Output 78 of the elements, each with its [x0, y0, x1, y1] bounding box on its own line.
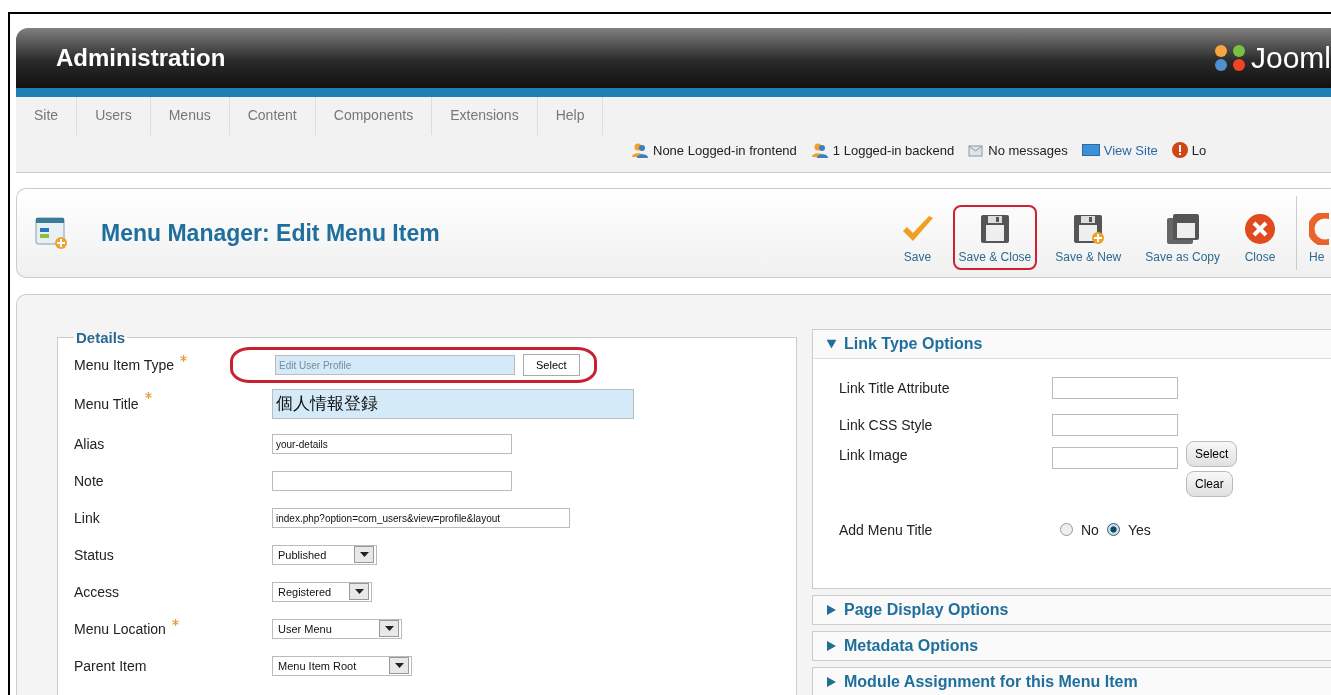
field-label: Menu Location — [74, 620, 166, 637]
status-link[interactable]: Lo — [1191, 142, 1207, 158]
logo-text: Jooml — [1250, 41, 1331, 75]
input-field[interactable] — [272, 470, 512, 491]
menu-manager-icon — [35, 216, 69, 250]
radio-button[interactable] — [1060, 523, 1073, 536]
dropdown[interactable]: Registered — [272, 581, 372, 602]
field-label: Parent Item — [74, 657, 147, 674]
field-label: Add Menu Title — [839, 521, 934, 538]
app-title: Administration — [56, 44, 226, 72]
toolbar-button[interactable]: Close — [1238, 205, 1282, 270]
menu-tab[interactable]: Components — [315, 97, 433, 135]
asterisk-icon — [180, 355, 188, 362]
menu-tab[interactable]: Menus — [150, 97, 230, 135]
input-field[interactable] — [1052, 447, 1178, 469]
toolbar-button[interactable]: Save & Close — [952, 205, 1038, 270]
status-text: None Logged-in frontend — [653, 142, 797, 158]
toolbar-button[interactable]: Save — [894, 207, 941, 270]
panel-header[interactable]: Module Assignment for this Menu Item — [813, 668, 1331, 695]
alert-icon — [1171, 142, 1188, 158]
input-field[interactable]: Edit User Profile — [275, 354, 515, 375]
field-label: Link — [74, 509, 100, 526]
radio-label: Yes — [1127, 521, 1151, 538]
floppy-disks-icon — [1165, 213, 1200, 245]
status-text: 1 Logged-in backend — [832, 142, 955, 158]
triangle-icon — [827, 605, 836, 615]
logo-icon — [1212, 43, 1247, 73]
users-icon — [631, 142, 649, 158]
menu-tab[interactable]: Help — [537, 97, 604, 135]
dropdown[interactable]: Menu Item Root — [272, 655, 412, 676]
panel-header[interactable]: Metadata Options — [813, 632, 1331, 660]
status-link[interactable]: View Site — [1103, 142, 1158, 158]
toolbar-button[interactable]: Save & New — [1049, 205, 1128, 270]
field-label: Link Title Attribute — [839, 379, 951, 396]
image-button[interactable]: Select — [1186, 441, 1238, 467]
panel-header[interactable]: Link Type Options — [813, 330, 1331, 358]
field-label: Menu Title — [74, 396, 139, 412]
menu-tab[interactable]: Users — [77, 97, 151, 135]
radio-button[interactable] — [1106, 523, 1120, 536]
menu-tab[interactable]: Site — [16, 97, 78, 135]
close-icon — [1244, 213, 1276, 245]
fieldset-legend: Details — [74, 329, 128, 346]
caret-icon — [359, 552, 369, 557]
users-icon — [810, 142, 829, 158]
input-field[interactable] — [1052, 413, 1178, 436]
input-field[interactable] — [1052, 376, 1178, 399]
page-title: Menu Manager: Edit Menu Item — [101, 219, 441, 247]
input-field[interactable]: 個人情報登録 — [272, 389, 634, 419]
caret-icon — [354, 589, 364, 594]
radio-label: No — [1081, 521, 1099, 538]
field-label: Access — [74, 583, 120, 600]
triangle-icon — [827, 677, 836, 687]
triangle-icon — [827, 641, 836, 651]
caret-icon — [384, 626, 394, 631]
status-text: No messages — [988, 142, 1068, 158]
asterisk-icon — [144, 392, 152, 399]
field-label: Status — [74, 546, 114, 563]
toolbar-button[interactable]: Save as Copy — [1139, 205, 1226, 270]
menu-tab[interactable]: Extensions — [432, 97, 538, 135]
input-field[interactable]: your-details — [272, 433, 512, 454]
asterisk-icon — [171, 619, 179, 626]
dropdown[interactable]: User Menu — [272, 618, 402, 639]
panel-header[interactable]: Page Display Options — [813, 596, 1331, 624]
field-label: Menu Item Type — [74, 356, 175, 373]
menu-tab[interactable]: Content — [229, 97, 316, 135]
monitor-icon — [1081, 144, 1100, 156]
field-label: Note — [74, 472, 104, 489]
triangle-icon — [826, 339, 837, 349]
input-field[interactable]: index.php?option=com_users&view=profile&layout — [272, 507, 570, 528]
field-label: Link CSS Style — [839, 416, 934, 433]
select-button[interactable]: Select — [523, 353, 580, 376]
caret-icon — [394, 663, 404, 668]
envelope-icon — [968, 143, 985, 157]
image-button[interactable]: Clear — [1186, 471, 1233, 497]
dropdown[interactable]: Published — [272, 544, 377, 565]
field-label: Alias — [74, 435, 105, 452]
toolbar-button[interactable]: He — [1303, 205, 1331, 270]
field-label: Link Image — [839, 447, 909, 463]
